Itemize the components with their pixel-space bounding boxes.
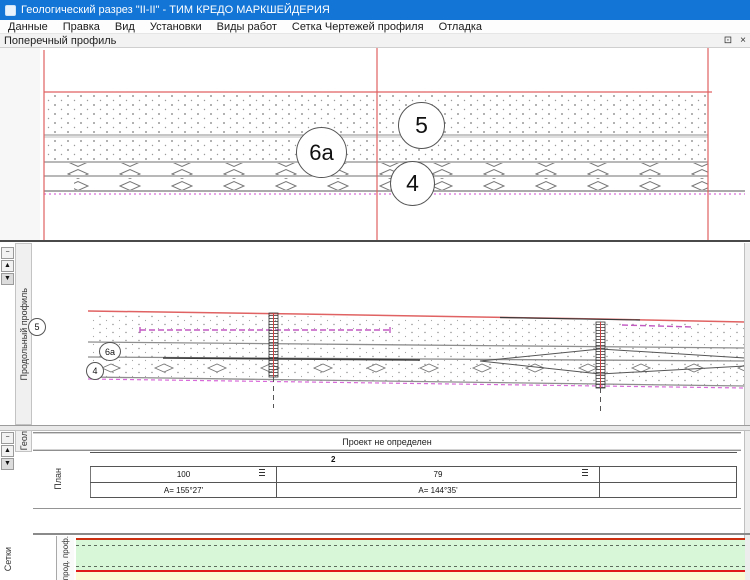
layer-label-5: 5 — [398, 102, 445, 149]
geology-grid-tab[interactable]: Геол — [15, 430, 32, 452]
distance-value-2: 79 — [434, 470, 443, 479]
azimuth-value-2: A= 144°35' — [418, 486, 457, 495]
grid-down-button[interactable]: ▼ — [1, 458, 14, 470]
long-profile-tab-label: Продольный профиль — [19, 288, 29, 381]
cross-profile-panel-title: Поперечный профиль — [4, 35, 716, 47]
menu-data[interactable]: Данные — [8, 21, 48, 33]
app-icon — [5, 5, 16, 16]
layer-label-4-text: 4 — [406, 170, 419, 197]
azimuth-cell-2: A= 144°35' — [277, 483, 600, 497]
plan-grid: 2 100 79 A= 155°27' A= 144°35' — [90, 452, 737, 497]
application-window: Геологический разрез "II-II" - ТИМ КРЕДО… — [0, 0, 750, 580]
grid-divider-line — [33, 508, 741, 509]
cross-section-drawing[interactable] — [0, 48, 750, 240]
move-down-button[interactable]: ▼ — [1, 273, 14, 285]
borehole-1[interactable] — [269, 313, 278, 408]
segment-row: 2 — [90, 453, 737, 467]
profile-label-6a: 6а — [99, 342, 121, 361]
project-status-text: Проект не определен — [342, 437, 432, 447]
layer-label-6a-text: 6а — [309, 140, 333, 166]
stratum-5-fill — [44, 94, 708, 134]
profile-label-5-text: 5 — [34, 322, 39, 332]
station-mark — [259, 469, 265, 476]
distance-cell-2: 79 — [277, 467, 600, 482]
plan-grid-label: План — [53, 468, 63, 490]
profile-label-5: 5 — [28, 318, 46, 336]
distance-row: 100 79 — [90, 467, 737, 483]
prof-grid-label: прод. проф. — [61, 536, 70, 580]
menu-debug[interactable]: Отладка — [439, 21, 482, 33]
profile-grid-band — [76, 538, 745, 580]
menu-view[interactable]: Вид — [115, 21, 135, 33]
grids-section-divider — [33, 533, 750, 535]
distance-cell-3 — [600, 467, 737, 482]
layer-label-6a: 6а — [296, 127, 347, 178]
title-bar: Геологический разрез "II-II" - ТИМ КРЕДО… — [0, 0, 750, 20]
menu-bar: Данные Правка Вид Установки Виды работ С… — [0, 20, 750, 34]
nets-tab[interactable]: Сетки — [1, 538, 15, 580]
segment-number: 2 — [331, 455, 335, 464]
borehole-2[interactable] — [596, 322, 605, 414]
menu-edit[interactable]: Правка — [63, 21, 100, 33]
collapse-button[interactable]: − — [1, 247, 14, 259]
geology-grid-label: Геол — [19, 431, 29, 450]
layer-label-5-text: 5 — [415, 112, 428, 139]
menu-profile-drawing-grid[interactable]: Сетка Чертежей профиля — [292, 21, 424, 33]
band-green-area — [76, 540, 745, 570]
window-title: Геологический разрез "II-II" - ТИМ КРЕДО… — [21, 4, 330, 16]
stratum-6a-fill — [44, 138, 708, 161]
profile-diamond-layer — [100, 362, 745, 374]
distance-cell-1: 100 — [90, 467, 277, 482]
band-yellow-area — [76, 572, 745, 580]
profile-label-4: 4 — [86, 362, 104, 380]
nets-label: Сетки — [3, 547, 13, 571]
grid-up-button[interactable]: ▲ — [1, 445, 14, 457]
float-window-icon[interactable]: ⊡ — [724, 36, 732, 46]
plan-grid-tab[interactable]: План — [51, 458, 65, 500]
profile-strata-fill — [88, 313, 745, 387]
layer-label-4: 4 — [390, 161, 435, 206]
cross-profile-panel-bar: Поперечный профиль ⊡ × — [0, 34, 750, 48]
horizontal-splitter[interactable] — [0, 425, 750, 431]
station-mark — [582, 469, 588, 476]
menu-work-types[interactable]: Виды работ — [217, 21, 277, 33]
distance-value-1: 100 — [177, 470, 190, 479]
profile-label-6a-text: 6а — [105, 347, 115, 357]
move-up-button[interactable]: ▲ — [1, 260, 14, 272]
grid-collapse-button[interactable]: − — [1, 432, 14, 444]
close-icon[interactable]: × — [740, 36, 746, 46]
long-profile-tab[interactable]: Продольный профиль — [15, 243, 32, 425]
vertical-scrollbar[interactable] — [744, 243, 750, 580]
azimuth-value-1: A= 155°27' — [164, 486, 203, 495]
menu-settings[interactable]: Установки — [150, 21, 202, 33]
prof-grid-tab[interactable]: прод. проф. — [56, 536, 74, 580]
azimuth-cell-1: A= 155°27' — [90, 483, 277, 497]
long-profile-drawing[interactable] — [32, 242, 745, 425]
azimuth-cell-3 — [600, 483, 737, 497]
project-status-band: Проект не определен — [33, 432, 741, 451]
band-dashed-line-top — [76, 545, 745, 546]
azimuth-row: A= 155°27' A= 144°35' — [90, 483, 737, 498]
profile-label-4-text: 4 — [92, 366, 97, 376]
band-dashed-line-bottom — [76, 566, 745, 567]
diamond-layer-1 — [48, 163, 708, 175]
